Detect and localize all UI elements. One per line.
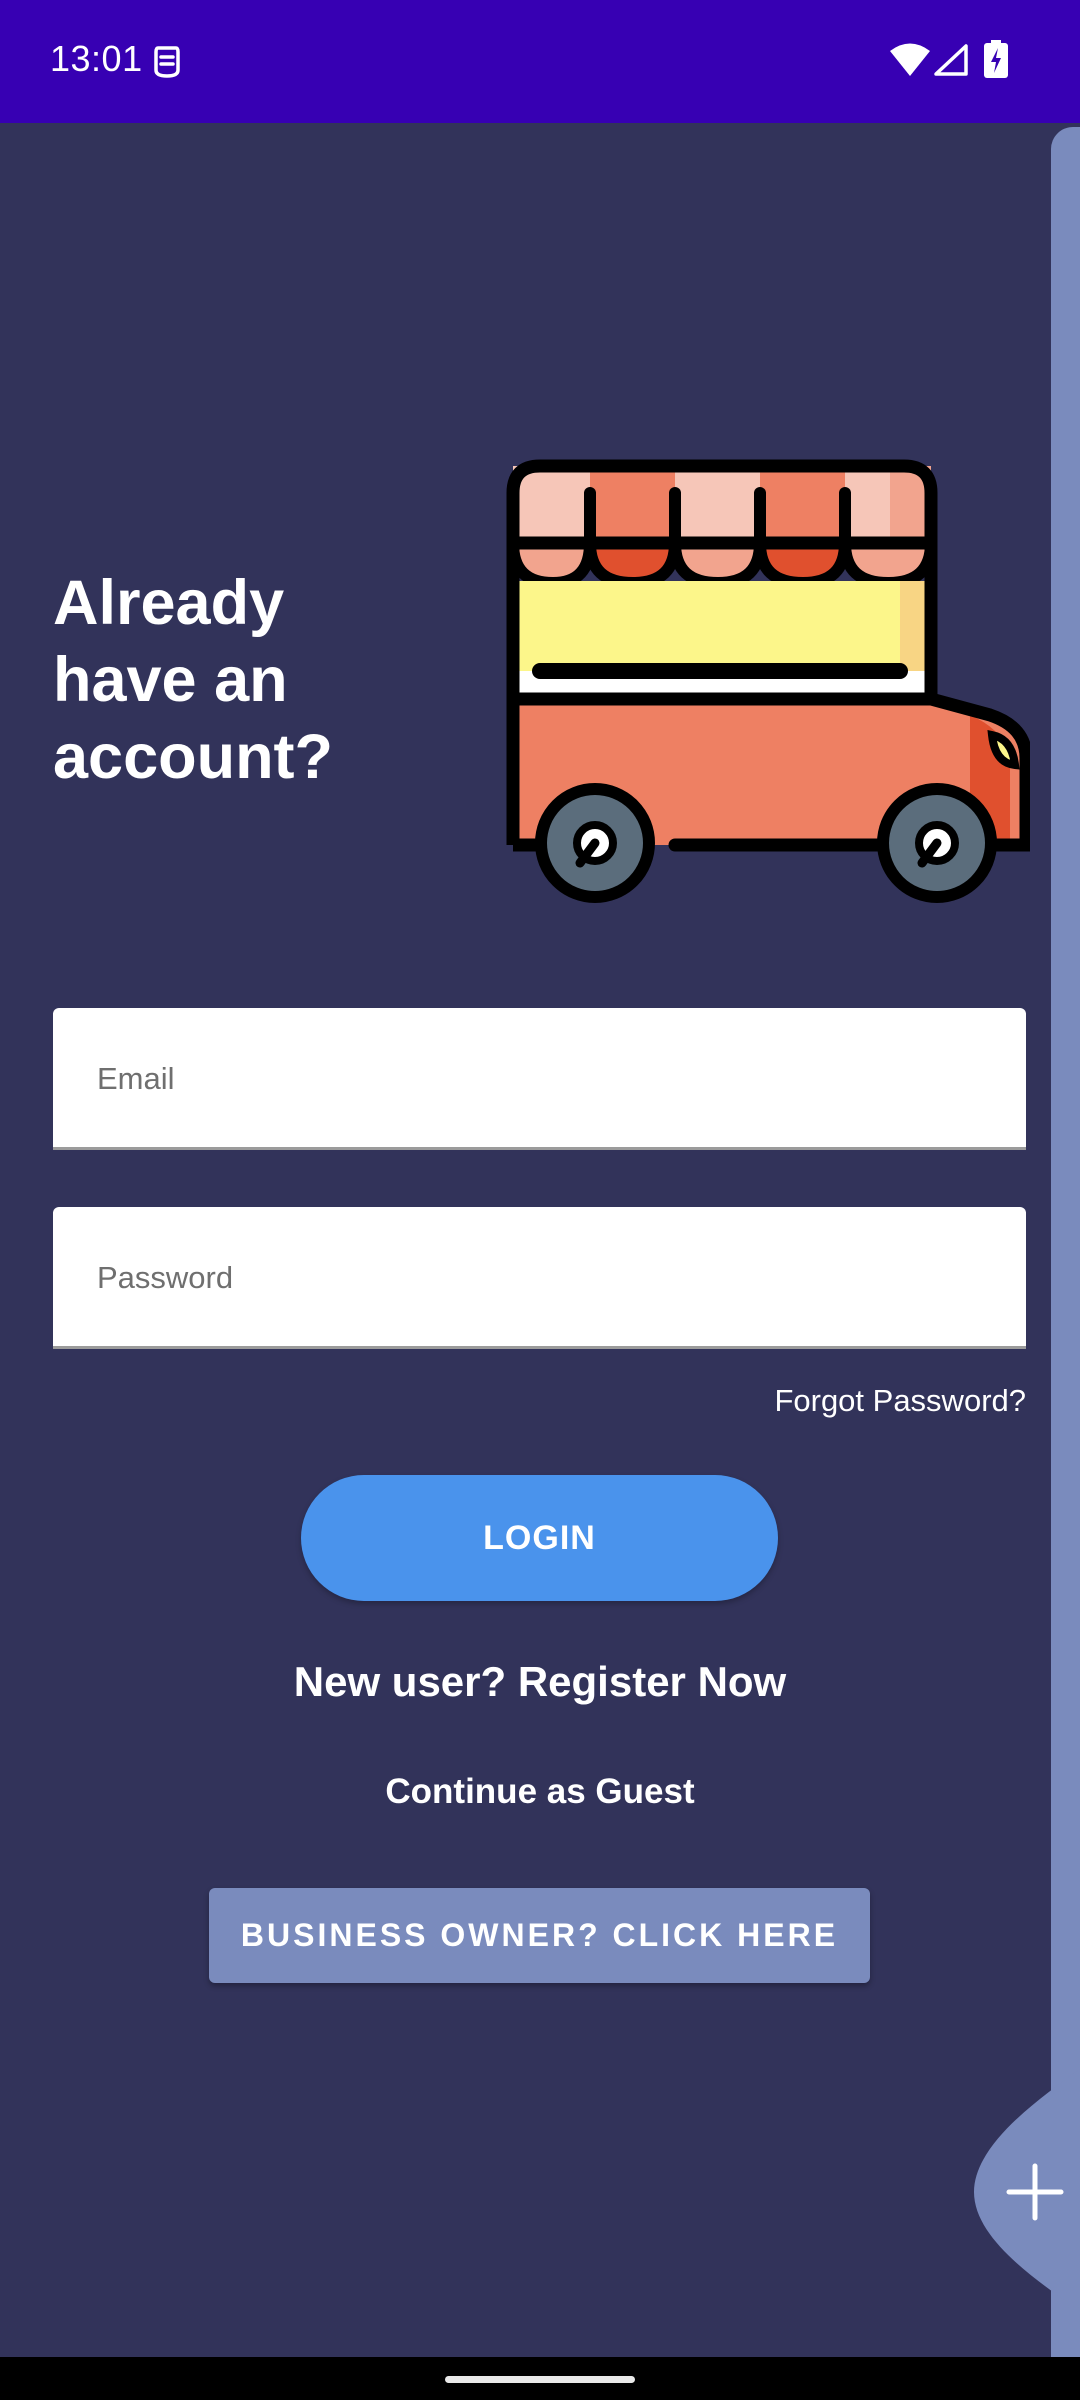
status-bar: 13:01	[0, 0, 1080, 123]
email-input[interactable]	[95, 1008, 999, 1149]
login-screen: 13:01 Already have an account? Email For…	[0, 0, 1080, 2400]
continue-as-guest-link[interactable]: Continue as Guest	[0, 1772, 1080, 1812]
business-owner-button[interactable]: BUSINESS OWNER? CLICK HERE	[209, 1888, 870, 1983]
battery-charging-icon	[984, 40, 1008, 83]
wifi-icon	[890, 42, 930, 81]
email-field[interactable]	[53, 1008, 1026, 1150]
password-input[interactable]	[95, 1207, 999, 1348]
status-time: 13:01	[50, 38, 143, 79]
forgot-password-link[interactable]: Forgot Password?	[774, 1383, 1026, 1419]
notification-icon	[152, 44, 182, 85]
password-field[interactable]	[53, 1207, 1026, 1349]
register-link[interactable]: New user? Register Now	[0, 1658, 1080, 1706]
side-panel-strip	[1051, 127, 1080, 2357]
home-indicator[interactable]	[445, 2376, 635, 2383]
signal-icon	[934, 44, 968, 81]
page-title: Already have an account?	[53, 568, 334, 792]
plus-icon[interactable]	[1006, 2163, 1064, 2226]
login-button[interactable]: LOGIN	[301, 1475, 778, 1601]
food-truck-icon	[500, 453, 1033, 913]
